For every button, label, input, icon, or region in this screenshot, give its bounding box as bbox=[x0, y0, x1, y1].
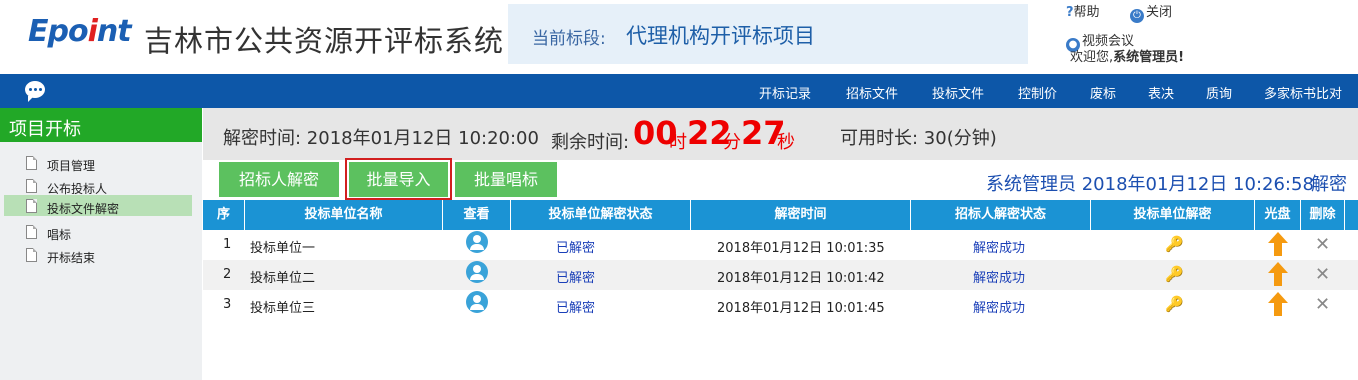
sidebar-title: 项目开标 bbox=[0, 108, 202, 142]
view-user-icon[interactable] bbox=[466, 261, 488, 283]
remaining-time-label: 剩余时间: bbox=[551, 132, 630, 153]
close-link[interactable]: ⏻ 关闭 bbox=[1130, 1, 1172, 23]
sidebar-item-bid-file-decrypt[interactable]: 投标文件解密 bbox=[0, 195, 202, 217]
nav-vote[interactable]: 表决 bbox=[1148, 83, 1174, 102]
document-icon bbox=[26, 179, 37, 193]
countdown-hours-unit: 时 bbox=[669, 132, 687, 153]
epoint-logo: Epoint bbox=[28, 14, 132, 49]
sidebar: 项目开标 项目管理 公布投标人 投标文件解密 唱标 开标结束 bbox=[0, 108, 202, 380]
row-no: 2 bbox=[223, 267, 232, 282]
batch-sing-button[interactable]: 批量唱标 bbox=[455, 162, 557, 197]
sidebar-item-label: 投标文件解密 bbox=[47, 202, 120, 216]
main-content: 解密时间: 2018年01月12日 10:20:00 剩余时间: 00 时 22… bbox=[203, 108, 1358, 380]
available-duration: 可用时长: 30(分钟) bbox=[840, 128, 997, 149]
delete-icon[interactable]: ✕ bbox=[1315, 234, 1330, 255]
current-stage-box: 当前标段: 代理机构开评标项目 bbox=[508, 4, 1028, 64]
row-bidder-status: 已解密 bbox=[556, 271, 596, 286]
chat-icon[interactable] bbox=[25, 81, 45, 102]
nav-inquiry[interactable]: 质询 bbox=[1206, 83, 1232, 102]
nav-bid-file[interactable]: 投标文件 bbox=[932, 83, 984, 102]
batch-import-button[interactable]: 批量导入 bbox=[349, 162, 448, 197]
sidebar-item-sing-bid[interactable]: 唱标 bbox=[0, 223, 202, 245]
sidebar-item-label: 项目管理 bbox=[47, 159, 96, 173]
col-bidder-decrypt-status: 投标单位解密状态 bbox=[511, 200, 691, 230]
help-link[interactable]: ?帮助 bbox=[1066, 1, 1100, 20]
time-bar: 解密时间: 2018年01月12日 10:20:00 剩余时间: 00 时 22… bbox=[203, 108, 1358, 160]
top-nav-bar: 开标记录 招标文件 投标文件 控制价 废标 表决 质询 多家标书比对 bbox=[0, 74, 1358, 108]
col-decrypt-time: 解密时间 bbox=[691, 200, 911, 230]
col-no: 序 bbox=[203, 200, 245, 230]
close-label: 关闭 bbox=[1146, 5, 1173, 20]
decrypt-link[interactable]: 解密 bbox=[1311, 170, 1347, 196]
countdown-minutes-unit: 分 bbox=[723, 132, 741, 153]
welcome-text: 欢迎您,系统管理员! bbox=[1070, 46, 1184, 65]
view-user-icon[interactable] bbox=[466, 231, 488, 253]
delete-icon[interactable]: ✕ bbox=[1315, 294, 1330, 315]
row-bidder-status: 已解密 bbox=[556, 301, 596, 316]
tender-decrypt-button[interactable]: 招标人解密 bbox=[219, 162, 339, 197]
help-icon: ? bbox=[1066, 5, 1074, 20]
table-row: 1 投标单位一 已解密 2018年01月12日 10:01:35 解密成功 🔑 … bbox=[203, 230, 1358, 260]
key-icon[interactable]: 🔑 bbox=[1165, 265, 1184, 283]
document-icon bbox=[26, 248, 37, 262]
row-no: 3 bbox=[223, 297, 232, 312]
upload-arrow-icon[interactable] bbox=[1268, 262, 1288, 286]
view-user-icon[interactable] bbox=[466, 291, 488, 313]
row-bidder-name: 投标单位一 bbox=[250, 241, 316, 256]
key-icon[interactable]: 🔑 bbox=[1165, 235, 1184, 253]
welcome-prefix: 欢迎您, bbox=[1070, 50, 1114, 65]
row-decrypt-time: 2018年01月12日 10:01:35 bbox=[717, 241, 885, 256]
col-bidder-decrypt: 投标单位解密 bbox=[1091, 200, 1255, 230]
sidebar-item-label: 开标结束 bbox=[47, 251, 96, 265]
row-decrypt-time: 2018年01月12日 10:01:45 bbox=[717, 301, 885, 316]
power-icon: ⏻ bbox=[1130, 9, 1144, 23]
nav-void-bid[interactable]: 废标 bbox=[1090, 83, 1116, 102]
key-icon[interactable]: 🔑 bbox=[1165, 295, 1184, 313]
table-row: 2 投标单位二 已解密 2018年01月12日 10:01:42 解密成功 🔑 … bbox=[203, 260, 1358, 290]
user-datetime-info: 系统管理员 2018年01月12日 10:26:58 bbox=[986, 174, 1314, 195]
table-row: 3 投标单位三 已解密 2018年01月12日 10:01:45 解密成功 🔑 … bbox=[203, 290, 1358, 320]
row-bidder-name: 投标单位二 bbox=[250, 271, 316, 286]
sidebar-item-project-management[interactable]: 项目管理 bbox=[0, 154, 202, 176]
col-disc: 光盘 bbox=[1255, 200, 1301, 230]
header: Epoint 吉林市公共资源开评标系统 当前标段: 代理机构开评标项目 ?帮助 … bbox=[0, 0, 1358, 74]
welcome-user: 系统管理员! bbox=[1113, 50, 1185, 65]
upload-arrow-icon[interactable] bbox=[1268, 292, 1288, 316]
countdown-seconds-unit: 秒 bbox=[777, 132, 795, 153]
document-icon bbox=[26, 199, 37, 213]
decrypt-time: 解密时间: 2018年01月12日 10:20:00 bbox=[223, 128, 539, 149]
row-tender-status: 解密成功 bbox=[973, 271, 1026, 286]
row-decrypt-time: 2018年01月12日 10:01:42 bbox=[717, 271, 885, 286]
col-delete: 删除 bbox=[1301, 200, 1345, 230]
nav-bid-compare[interactable]: 多家标书比对 bbox=[1264, 83, 1342, 102]
system-title: 吉林市公共资源开评标系统 bbox=[144, 24, 505, 58]
document-icon bbox=[26, 156, 37, 170]
document-icon bbox=[26, 225, 37, 239]
nav-bid-record[interactable]: 开标记录 bbox=[759, 83, 811, 102]
upload-arrow-icon[interactable] bbox=[1268, 232, 1288, 256]
col-bidder-name: 投标单位名称 bbox=[245, 200, 443, 230]
col-view: 查看 bbox=[443, 200, 511, 230]
col-tender-decrypt-status: 招标人解密状态 bbox=[911, 200, 1091, 230]
row-tender-status: 解密成功 bbox=[973, 301, 1026, 316]
sidebar-item-label: 唱标 bbox=[47, 228, 72, 242]
table-header: 序 投标单位名称 查看 投标单位解密状态 解密时间 招标人解密状态 投标单位解密… bbox=[203, 200, 1358, 230]
stage-value: 代理机构开评标项目 bbox=[626, 24, 815, 48]
help-label: 帮助 bbox=[1073, 5, 1100, 20]
sidebar-item-opening-end[interactable]: 开标结束 bbox=[0, 246, 202, 268]
nav-control-price[interactable]: 控制价 bbox=[1018, 83, 1057, 102]
row-tender-status: 解密成功 bbox=[973, 241, 1026, 256]
delete-icon[interactable]: ✕ bbox=[1315, 264, 1330, 285]
nav-tender-file[interactable]: 招标文件 bbox=[846, 83, 898, 102]
stage-label: 当前标段: bbox=[532, 29, 606, 49]
row-no: 1 bbox=[223, 237, 232, 252]
row-bidder-name: 投标单位三 bbox=[250, 301, 316, 316]
row-bidder-status: 已解密 bbox=[556, 241, 596, 256]
